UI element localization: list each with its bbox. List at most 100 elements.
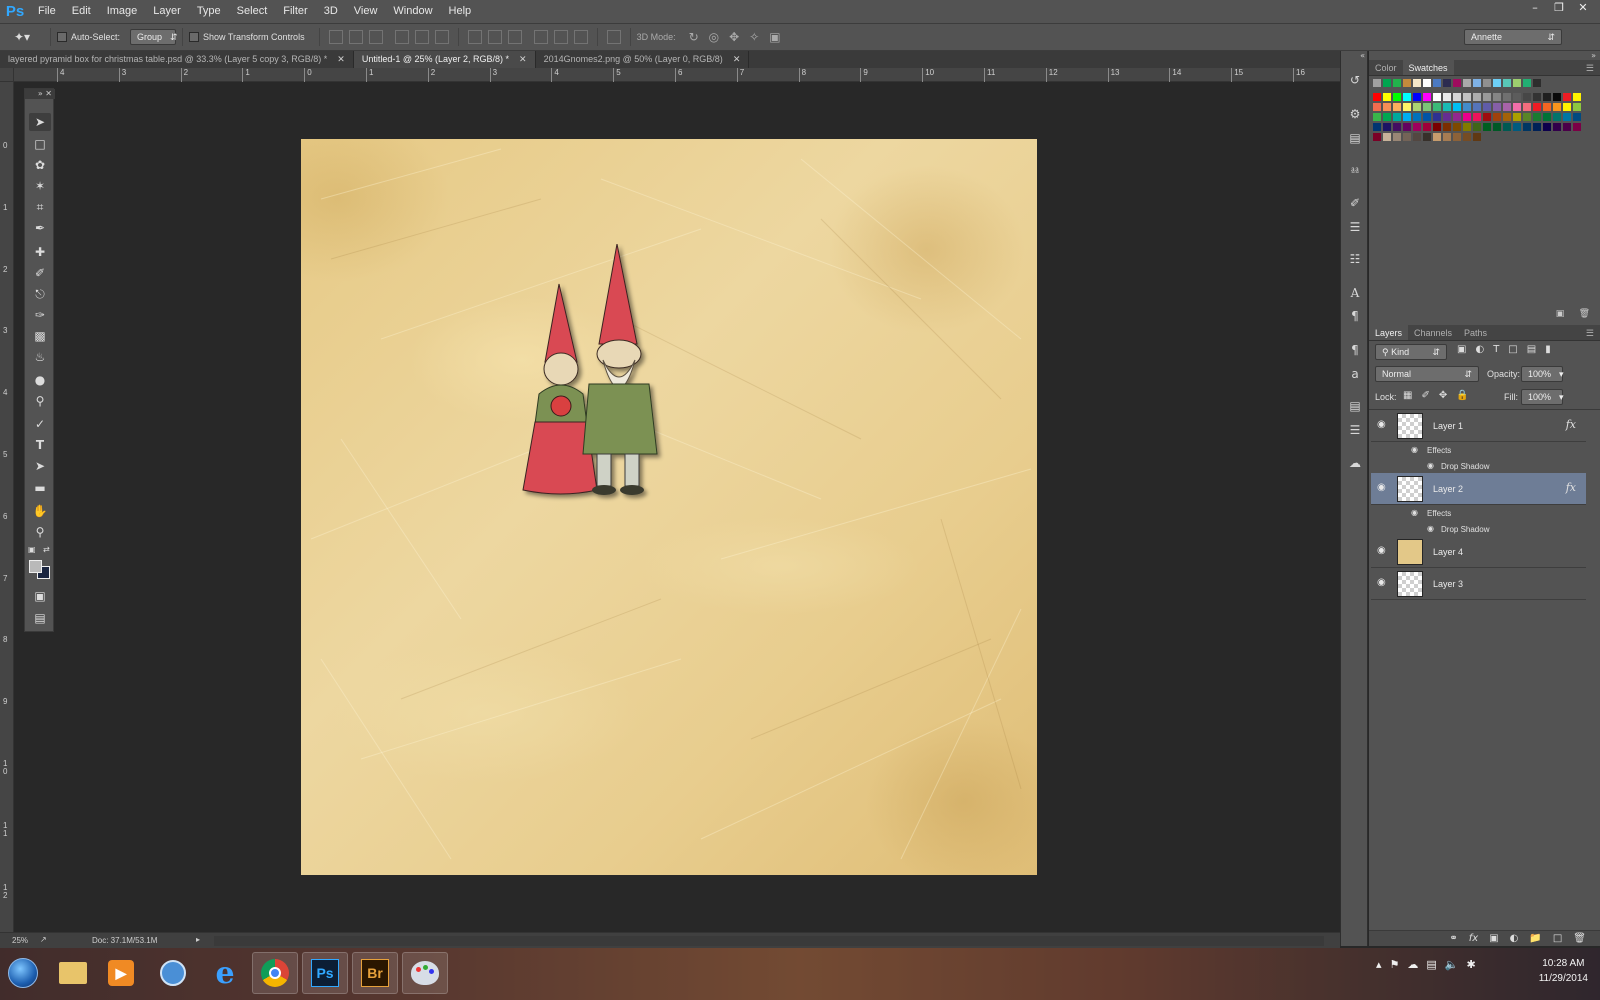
color-swatch[interactable] <box>1423 103 1431 111</box>
chrome-icon[interactable] <box>252 952 298 994</box>
layer-name[interactable]: Layer 1 <box>1433 421 1463 431</box>
path-selection-tool-icon[interactable]: ➤ <box>29 457 51 475</box>
menu-view[interactable]: View <box>346 0 386 23</box>
default-colors-icon[interactable]: ▣ <box>28 545 36 554</box>
color-swatch[interactable] <box>1393 113 1401 121</box>
color-swatch[interactable] <box>1563 123 1571 131</box>
color-swatch[interactable] <box>1543 93 1551 101</box>
tab-color[interactable]: Color <box>1369 60 1403 75</box>
crop-tool-icon[interactable]: ⌗ <box>29 198 51 216</box>
color-swatch[interactable] <box>1443 123 1451 131</box>
color-swatch[interactable] <box>1453 133 1461 141</box>
align-hcenter-icon[interactable] <box>414 30 429 44</box>
type-tool-icon[interactable]: T <box>29 436 51 454</box>
color-swatch[interactable] <box>1503 103 1511 111</box>
lock-all-icon[interactable]: 🔒 <box>1456 390 1468 401</box>
color-swatch[interactable] <box>1493 123 1501 131</box>
layer-row[interactable]: ◉ Layer 2 fx <box>1371 473 1586 505</box>
tab-paths[interactable]: Paths <box>1458 325 1493 340</box>
move-tool-preset-icon[interactable]: ✦▾ <box>14 30 44 44</box>
color-swatch[interactable] <box>1523 79 1531 87</box>
delete-swatch-icon[interactable]: 🗑 <box>1579 309 1590 319</box>
color-swatch[interactable] <box>1553 113 1561 121</box>
color-swatch[interactable] <box>1433 93 1441 101</box>
menu-type[interactable]: Type <box>189 0 229 23</box>
lock-transparent-icon[interactable]: ▦ <box>1403 390 1412 401</box>
color-swatch[interactable] <box>1413 93 1421 101</box>
color-swatch[interactable] <box>1373 133 1381 141</box>
distribute-hcenter-icon[interactable] <box>553 30 568 44</box>
color-swatch[interactable] <box>1563 93 1571 101</box>
align-bottom-icon[interactable] <box>368 30 383 44</box>
effects-eye-icon[interactable]: ◉ <box>1411 445 1418 454</box>
actions-panel-icon[interactable]: ⚙ <box>1347 107 1363 121</box>
color-swatch[interactable] <box>1373 123 1381 131</box>
align-top-icon[interactable] <box>328 30 343 44</box>
layer-fx-icon[interactable]: fx <box>1566 481 1576 494</box>
color-swatch[interactable] <box>1513 123 1521 131</box>
collapse-panels-icon[interactable]: « <box>1341 51 1369 61</box>
clone-source-icon[interactable]: ⎂ <box>1347 163 1363 177</box>
color-swatch[interactable] <box>1383 103 1391 111</box>
color-swatch[interactable] <box>1383 123 1391 131</box>
paragraph-styles-icon[interactable]: ¶ <box>1347 343 1363 357</box>
color-swatch[interactable] <box>1573 103 1581 111</box>
color-swatch[interactable] <box>1463 113 1471 121</box>
paragraph-panel-icon[interactable]: ¶ <box>1347 309 1363 323</box>
layer-filter-dropdown[interactable]: ⚲ Kind ⇵ <box>1375 344 1447 360</box>
align-vcenter-icon[interactable] <box>348 30 363 44</box>
info-panel-icon[interactable]: ☰ <box>1347 423 1363 437</box>
color-swatch[interactable] <box>1533 79 1541 87</box>
3d-roll-icon[interactable]: ◎ <box>709 30 719 44</box>
menu-window[interactable]: Window <box>385 0 440 23</box>
color-swatch[interactable] <box>1463 133 1471 141</box>
color-swatch[interactable] <box>1543 123 1551 131</box>
color-swatch[interactable] <box>1523 123 1531 131</box>
cloud-sync-icon[interactable]: ☁ <box>1407 958 1418 971</box>
color-swatch[interactable] <box>1383 133 1391 141</box>
lock-position-icon[interactable]: ✥ <box>1439 390 1447 401</box>
new-adjustment-icon[interactable]: ◐ <box>1510 931 1519 946</box>
color-swatch[interactable] <box>1473 93 1481 101</box>
3d-pan-icon[interactable]: ✥ <box>729 30 739 44</box>
color-swatch[interactable] <box>1393 79 1401 87</box>
lock-image-icon[interactable]: ✐ <box>1421 390 1429 401</box>
color-swatch[interactable] <box>1483 123 1491 131</box>
tab-swatches[interactable]: Swatches <box>1402 60 1454 75</box>
bridge-taskbar-button[interactable]: Br <box>352 952 398 994</box>
color-swatch[interactable] <box>1383 113 1391 121</box>
color-swatch[interactable] <box>1533 123 1541 131</box>
layer-visibility-eye-icon[interactable]: ◉ <box>1377 545 1386 556</box>
color-swatch[interactable] <box>1453 79 1461 87</box>
layer-effects-row[interactable]: ◉ Effects <box>1371 442 1586 458</box>
photoshop-taskbar-button[interactable]: Ps <box>302 952 348 994</box>
tray-expand-icon[interactable]: ▴ <box>1376 958 1382 971</box>
color-swatch[interactable] <box>1453 123 1461 131</box>
3d-rotate-icon[interactable]: ↻ <box>689 30 699 44</box>
network-app-icon[interactable] <box>150 952 196 994</box>
color-swatch[interactable] <box>1563 103 1571 111</box>
color-swatch[interactable] <box>1533 93 1541 101</box>
adjustments-icon[interactable]: ☰ <box>1347 220 1363 234</box>
color-swatch[interactable] <box>1423 93 1431 101</box>
color-swatch[interactable] <box>1573 113 1581 121</box>
auto-select-dropdown[interactable]: Group ⇵ <box>130 29 178 45</box>
color-swatch[interactable] <box>1503 93 1511 101</box>
filter-adjustment-icon[interactable]: ◐ <box>1475 344 1484 355</box>
layer-row[interactable]: ◉ Layer 4 <box>1371 536 1586 568</box>
drop-shadow-row[interactable]: ◉ Drop Shadow <box>1371 458 1586 474</box>
new-swatch-icon[interactable]: ▣ <box>1556 309 1565 319</box>
filter-toggle-icon[interactable]: ▮ <box>1545 344 1551 355</box>
restore-icon[interactable]: ❐ <box>1548 0 1570 16</box>
color-swatch[interactable] <box>1373 103 1381 111</box>
drop-shadow-eye-icon[interactable]: ◉ <box>1427 461 1434 470</box>
dodge-tool-icon[interactable]: ⚲ <box>29 392 51 410</box>
layer-visibility-eye-icon[interactable]: ◉ <box>1377 482 1386 493</box>
3d-scale-icon[interactable]: ▣ <box>769 30 780 44</box>
layer-name[interactable]: Layer 4 <box>1433 547 1463 557</box>
hand-tool-icon[interactable]: ✋ <box>29 502 51 520</box>
color-swatch[interactable] <box>1513 103 1521 111</box>
paint-app-icon[interactable] <box>402 952 448 994</box>
distribute-left-icon[interactable] <box>533 30 548 44</box>
distribute-bottom-icon[interactable] <box>507 30 522 44</box>
